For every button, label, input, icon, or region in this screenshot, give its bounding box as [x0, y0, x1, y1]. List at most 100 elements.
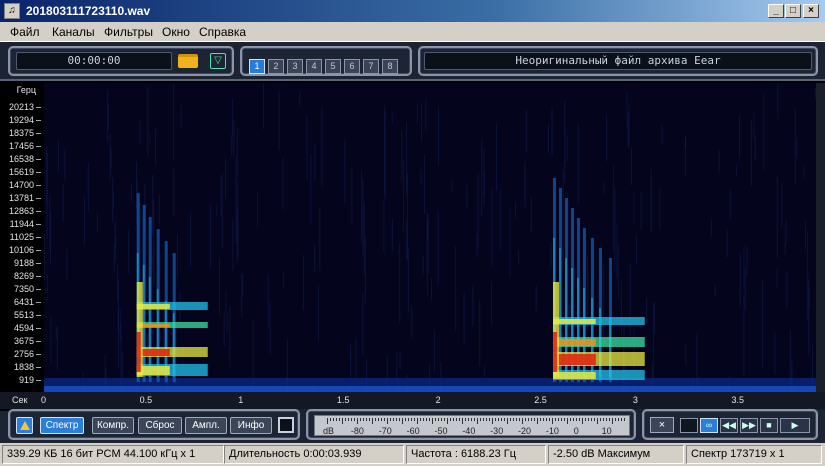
frequency-tick-label: 15619 [8, 167, 34, 177]
db-scale-tick [465, 418, 466, 421]
noise-streak [785, 219, 787, 244]
rewind-button[interactable]: ◀◀ [720, 418, 738, 433]
noise-streak [420, 102, 422, 142]
db-scale-tick [579, 418, 580, 421]
noise-streak [729, 189, 731, 220]
marker-button[interactable] [16, 417, 33, 434]
noise-streak [173, 83, 175, 162]
loop-button[interactable]: ∞ [700, 418, 718, 433]
noise-streak [107, 104, 109, 130]
channel-button-7[interactable]: 7 [363, 59, 379, 74]
dropdown-arrow-icon[interactable]: ▽ [210, 53, 226, 69]
close-x-button[interactable]: × [650, 417, 674, 433]
noise-streak [364, 236, 366, 303]
frequency-tick [36, 185, 41, 186]
noise-streak [233, 120, 235, 157]
menu-window[interactable]: Окно [162, 25, 190, 39]
square-toggle-button[interactable] [278, 417, 294, 433]
maximize-button[interactable]: □ [785, 4, 801, 18]
noise-streak [477, 174, 479, 250]
app-icon[interactable]: ♫ [4, 3, 20, 19]
info-panel: Неоригинальный файл архива Eear [418, 46, 818, 76]
db-scale-tick [459, 418, 460, 421]
db-scale-tick [528, 418, 529, 421]
noise-streak [762, 279, 764, 368]
frequency-tick [36, 302, 41, 303]
level-meter: dB -80 -70 -60 -50 -40 -30 -20 -10 0 10 [314, 415, 630, 436]
noise-streak [613, 165, 615, 252]
channel-button-8[interactable]: 8 [382, 59, 398, 74]
frequency-tick-label: 20213 [8, 102, 34, 112]
noise-streak [620, 280, 622, 336]
noise-streak [451, 180, 453, 193]
noise-streak [515, 201, 517, 219]
close-button[interactable]: × [803, 4, 819, 18]
channel-button-4[interactable]: 4 [306, 59, 322, 74]
menu-filters[interactable]: Фильтры [104, 25, 153, 39]
frequency-tick [36, 198, 41, 199]
db-scale-tick [417, 418, 418, 424]
frequency-tick [36, 341, 41, 342]
amplitude-button[interactable]: Ампл. [185, 417, 227, 434]
status-bar: 339.29 КБ 16 бит PCM 44.100 кГц x 1 Длит… [0, 443, 825, 466]
channel-button-1[interactable]: 1 [249, 59, 265, 74]
db-scale-tick [441, 418, 442, 421]
db-scale-tick [447, 418, 448, 424]
noise-streak [481, 139, 483, 217]
noise-streak [231, 134, 233, 157]
channel-button-2[interactable]: 2 [268, 59, 284, 74]
frequency-tick [36, 367, 41, 368]
noise-streak [117, 309, 119, 333]
db-scale-tick [444, 418, 445, 421]
db-scale-tick [513, 418, 514, 421]
frequency-tick [36, 211, 41, 212]
frequency-unit-label: Герц [16, 85, 36, 95]
noise-streak [564, 101, 566, 183]
onset-peak [552, 332, 557, 372]
db-scale-label: -60 [406, 426, 420, 436]
db-scale-tick [492, 418, 493, 424]
channel-button-6[interactable]: 6 [344, 59, 360, 74]
db-scale-tick [621, 418, 622, 421]
frequency-tick [36, 159, 41, 160]
db-scale-tick [552, 418, 553, 424]
menu-file[interactable]: Файл [10, 25, 40, 39]
folder-icon[interactable] [178, 54, 198, 68]
play-button[interactable]: ▶ [780, 418, 810, 433]
minimize-button[interactable]: _ [768, 4, 784, 18]
db-scale-tick [414, 418, 415, 421]
stop-button[interactable]: ■ [760, 418, 778, 433]
menu-channels[interactable]: Каналы [52, 25, 95, 39]
formant-core [552, 354, 596, 365]
noise-streak [776, 176, 778, 258]
reset-button[interactable]: Сброс [138, 417, 182, 434]
info-button[interactable]: Инфо [230, 417, 272, 434]
spectrogram[interactable]: Герц 20213 19294 18375 17456 16538 15619 14700… [0, 79, 825, 411]
channel-button-3[interactable]: 3 [287, 59, 303, 74]
noise-streak [190, 212, 192, 267]
noise-streak [344, 139, 346, 203]
menu-help[interactable]: Справка [199, 25, 246, 39]
db-scale-label: -10 [545, 426, 559, 436]
db-scale-tick [570, 418, 571, 421]
noise-streak [479, 301, 481, 367]
noise-streak [753, 112, 755, 140]
db-scale-tick [432, 418, 433, 424]
spectrum-button[interactable]: Спектр [40, 417, 84, 434]
db-scale-tick [567, 418, 568, 424]
spectrogram-canvas[interactable] [44, 83, 816, 392]
noise-streak [646, 297, 648, 324]
db-scale-tick [363, 418, 364, 421]
frequency-tick-label: 13781 [8, 193, 34, 203]
frequency-tick-label: 8269 [13, 271, 34, 281]
title-bar[interactable]: ♫ 201803111723110.wav _ □ × [0, 0, 825, 22]
noise-streak [229, 306, 231, 367]
channel-button-5[interactable]: 5 [325, 59, 341, 74]
compress-button[interactable]: Компр. [92, 417, 134, 434]
db-scale-tick [507, 418, 508, 424]
db-scale-tick [420, 418, 421, 421]
noise-streak [235, 157, 237, 244]
db-scale-tick [504, 418, 505, 421]
fast-forward-button[interactable]: ▶▶ [740, 418, 758, 433]
noise-streak [654, 301, 656, 334]
